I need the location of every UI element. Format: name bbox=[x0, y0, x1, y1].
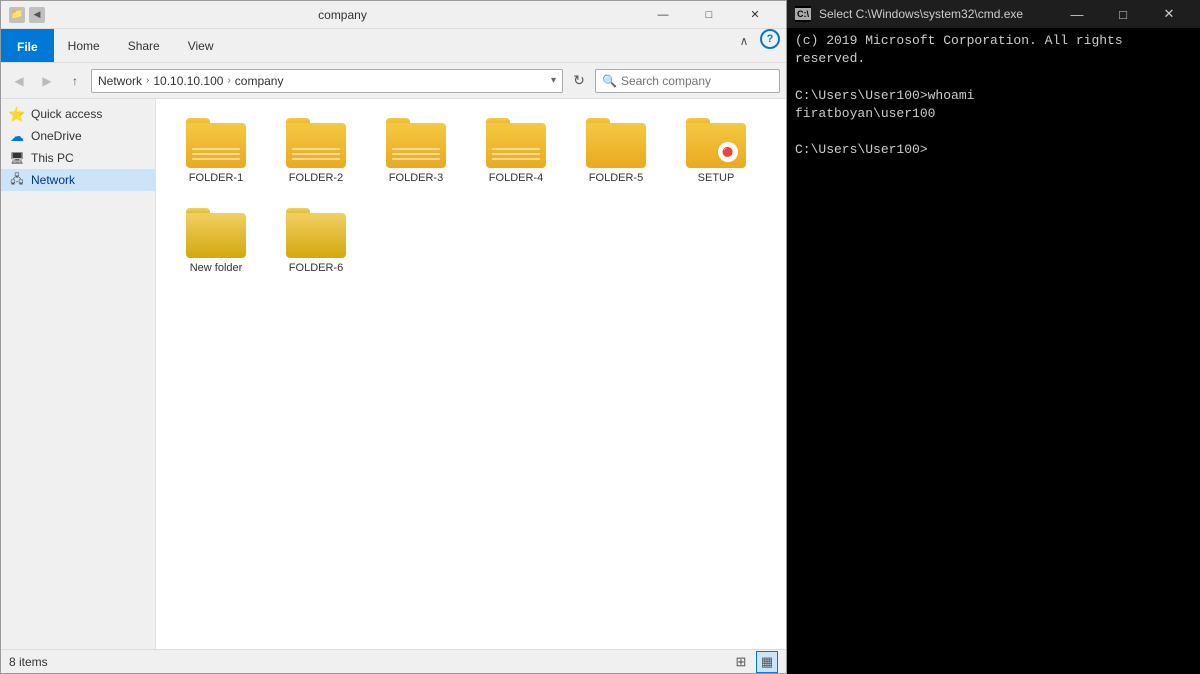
explorer-title-bar: 📁 ◀ company — □ ✕ bbox=[1, 1, 786, 29]
tab-home[interactable]: Home bbox=[54, 29, 114, 62]
maximize-button[interactable]: □ bbox=[686, 1, 732, 29]
cmd-maximize-button[interactable]: □ bbox=[1100, 0, 1146, 28]
cmd-window: C:\ Select C:\Windows\system32\cmd.exe —… bbox=[787, 0, 1200, 674]
folder-icon-5 bbox=[586, 118, 646, 168]
sidebar-item-quick-access[interactable]: ⭐ Quick access bbox=[1, 103, 155, 125]
folder-name-2: FOLDER-2 bbox=[289, 172, 343, 184]
main-area: ⭐ Quick access ☁ OneDrive 🖥 This PC 🖧 Ne… bbox=[1, 99, 786, 649]
refresh-button[interactable]: ↻ bbox=[567, 69, 591, 93]
cmd-line-0: C:\Users\User100>whoami bbox=[795, 87, 1192, 105]
onedrive-icon: ☁ bbox=[9, 128, 25, 144]
folder-item-1[interactable]: FOLDER-1 bbox=[166, 109, 266, 199]
folder-item-new[interactable]: New folder bbox=[166, 199, 266, 289]
sidebar-item-onedrive[interactable]: ☁ OneDrive bbox=[1, 125, 155, 147]
network-icon: 🖧 bbox=[9, 172, 25, 188]
search-input[interactable] bbox=[621, 74, 773, 88]
sidebar-item-network[interactable]: 🖧 Network bbox=[1, 169, 155, 191]
path-sep-2: › bbox=[227, 75, 230, 86]
sidebar-label-this-pc: This PC bbox=[31, 151, 74, 165]
details-view-button[interactable]: ⊞ bbox=[730, 651, 752, 673]
folder-item-6[interactable]: FOLDER-6 bbox=[266, 199, 366, 289]
view-toggle-icons: ⊞ ▦ bbox=[730, 651, 778, 673]
path-company[interactable]: company bbox=[235, 74, 284, 88]
folder-item-2[interactable]: FOLDER-2 bbox=[266, 109, 366, 199]
cmd-copyright: (c) 2019 Microsoft Corporation. All righ… bbox=[795, 32, 1192, 68]
back-button[interactable]: ◀ bbox=[7, 69, 31, 93]
minimize-button[interactable]: — bbox=[640, 1, 686, 29]
tab-file[interactable]: File bbox=[1, 29, 54, 62]
file-explorer: 📁 ◀ company — □ ✕ File Home Share View ∧… bbox=[0, 0, 787, 674]
folder-icon-1 bbox=[186, 118, 246, 168]
title-bar-buttons: — □ ✕ bbox=[640, 1, 778, 29]
large-icon-view-button[interactable]: ▦ bbox=[756, 651, 778, 673]
sidebar-label-quick-access: Quick access bbox=[31, 107, 102, 121]
forward-button[interactable]: ▶ bbox=[35, 69, 59, 93]
folder-item-setup[interactable]: 🔴 SETUP bbox=[666, 109, 766, 199]
folder-item-5[interactable]: FOLDER-5 bbox=[566, 109, 666, 199]
folder-icon-setup: 🔴 bbox=[686, 118, 746, 168]
this-pc-icon: 🖥 bbox=[9, 150, 25, 166]
folder-icon-new bbox=[186, 208, 246, 258]
path-network[interactable]: Network bbox=[98, 74, 142, 88]
folder-name-4: FOLDER-4 bbox=[489, 172, 543, 184]
quick-access-toolbar-pin[interactable]: ◀ bbox=[29, 7, 45, 23]
status-bar: 8 items ⊞ ▦ bbox=[1, 649, 786, 673]
help-button[interactable]: ? bbox=[760, 29, 780, 49]
quick-access-icon: ⭐ bbox=[9, 106, 25, 122]
item-count: 8 items bbox=[9, 655, 48, 669]
tab-view[interactable]: View bbox=[174, 29, 228, 62]
content-area: FOLDER-1 FOLDER-2 bbox=[156, 99, 786, 649]
close-button[interactable]: ✕ bbox=[732, 1, 778, 29]
address-bar: ◀ ▶ ↑ Network › 10.10.10.100 › company ▾… bbox=[1, 63, 786, 99]
folder-icon-4 bbox=[486, 118, 546, 168]
folder-name-1: FOLDER-1 bbox=[189, 172, 243, 184]
search-box[interactable]: 🔍 bbox=[595, 69, 780, 93]
tab-share[interactable]: Share bbox=[114, 29, 174, 62]
search-icon: 🔍 bbox=[602, 74, 617, 88]
cmd-title-buttons: — □ ✕ bbox=[1054, 0, 1192, 28]
folder-item-4[interactable]: FOLDER-4 bbox=[466, 109, 566, 199]
title-bar-icon: 📁 bbox=[9, 7, 25, 23]
sidebar: ⭐ Quick access ☁ OneDrive 🖥 This PC 🖧 Ne… bbox=[1, 99, 156, 649]
cmd-title-text: Select C:\Windows\system32\cmd.exe bbox=[819, 7, 1046, 21]
folder-name-6: FOLDER-6 bbox=[289, 262, 343, 274]
folder-name-3: FOLDER-3 bbox=[389, 172, 443, 184]
sidebar-label-network: Network bbox=[31, 173, 75, 187]
sidebar-label-onedrive: OneDrive bbox=[31, 129, 82, 143]
folder-name-new: New folder bbox=[190, 262, 243, 274]
folder-icon-3 bbox=[386, 118, 446, 168]
sidebar-item-this-pc[interactable]: 🖥 This PC bbox=[1, 147, 155, 169]
cmd-title-bar: C:\ Select C:\Windows\system32\cmd.exe —… bbox=[787, 0, 1200, 28]
folder-name-5: FOLDER-5 bbox=[589, 172, 643, 184]
cmd-line-3: C:\Users\User100> bbox=[795, 141, 1192, 159]
ribbon-collapse-button[interactable]: ∧ bbox=[732, 29, 756, 53]
cmd-minimize-button[interactable]: — bbox=[1054, 0, 1100, 28]
folder-item-3[interactable]: FOLDER-3 bbox=[366, 109, 466, 199]
folder-name-setup: SETUP bbox=[698, 172, 735, 184]
folder-icon-2 bbox=[286, 118, 346, 168]
folder-icon-6 bbox=[286, 208, 346, 258]
cmd-icon: C:\ bbox=[795, 6, 811, 22]
ribbon: File Home Share View ∧ ? bbox=[1, 29, 786, 63]
title-bar-controls: 📁 ◀ bbox=[9, 7, 45, 23]
path-sep-1: › bbox=[146, 75, 149, 86]
window-title: company bbox=[45, 8, 640, 22]
path-dropdown-icon: ▾ bbox=[551, 75, 556, 86]
cmd-line-1: firatboyan\user100 bbox=[795, 105, 1192, 123]
path-ip[interactable]: 10.10.10.100 bbox=[153, 74, 223, 88]
cmd-close-button[interactable]: ✕ bbox=[1146, 0, 1192, 28]
cmd-content[interactable]: (c) 2019 Microsoft Corporation. All righ… bbox=[787, 28, 1200, 674]
up-button[interactable]: ↑ bbox=[63, 69, 87, 93]
address-path[interactable]: Network › 10.10.10.100 › company ▾ bbox=[91, 69, 563, 93]
setup-emblem: 🔴 bbox=[718, 142, 738, 162]
